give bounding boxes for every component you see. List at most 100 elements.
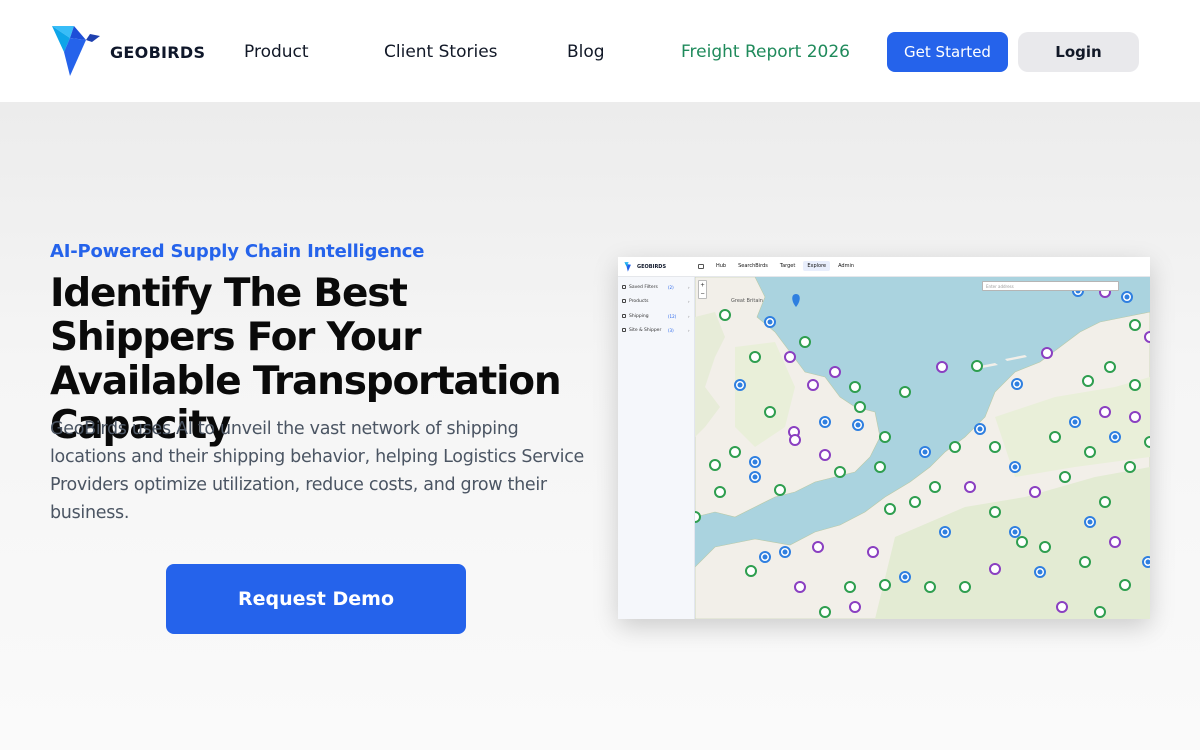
map-cluster-marker-center [852,384,858,390]
map-cluster-marker-center [942,529,948,535]
map-cluster-marker-center [752,474,758,480]
map-cluster-marker-center [822,419,828,425]
sidebar-item-shipping[interactable]: Shipping (12) › [622,311,692,321]
map-cluster-marker-center [815,544,821,550]
get-started-button[interactable]: Get Started [887,32,1008,72]
map-cluster-marker-center [1062,474,1068,480]
map-cluster-marker-center [1082,559,1088,565]
map-cluster-marker-center [1085,378,1091,384]
map-canvas[interactable] [695,277,1150,619]
map-cluster-marker-center [967,484,973,490]
bird-logo-icon [52,26,100,76]
sidebar-item-saved-filters[interactable]: Saved Filters (2) › [622,282,692,292]
app-tab-explore[interactable]: Explore [803,261,831,271]
app-tab-hub[interactable]: Hub [712,261,730,271]
chevron-right-icon: › [688,313,690,319]
app-tab-target[interactable]: Target [776,261,799,271]
sidebar-item-products[interactable]: Products › [622,296,692,306]
sidebar-item-label: Shipping [629,313,649,319]
map-cluster-marker-center [1037,569,1043,575]
map-zoom-control[interactable]: + − [698,280,707,299]
filter-icon [622,285,626,289]
map-cluster-marker-center [752,354,758,360]
map-cluster-marker-center [1019,539,1025,545]
hero-eyebrow: AI-Powered Supply Chain Intelligence [50,241,425,262]
map-view[interactable]: + − Great Britain Enter address [695,277,1150,619]
map-cluster-marker-center [1132,414,1138,420]
map-cluster-marker-center [952,444,958,450]
map-cluster-marker-center [1072,419,1078,425]
app-logo-text: GEOBIRDS [637,264,667,270]
map-cluster-marker-center [882,582,888,588]
map-cluster-marker-center [962,584,968,590]
map-cluster-marker-center [822,609,828,615]
zoom-out-icon[interactable]: − [699,290,706,299]
truck-icon [622,314,626,318]
map-cluster-marker-center [1042,544,1048,550]
map-cluster-marker-center [902,389,908,395]
site-header: GEOBIRDS Product Client Stories Blog Fre… [0,0,1200,102]
app-tab-searchbirds[interactable]: SearchBirds [734,261,772,271]
brand-name: GEOBIRDS [110,42,206,62]
map-cluster-marker-center [1097,609,1103,615]
map-cluster-marker-center [932,484,938,490]
map-cluster-marker-center [922,449,928,455]
map-cluster-marker-center [832,369,838,375]
map-cluster-marker-center [767,319,773,325]
map-cluster-marker-center [810,382,816,388]
chevron-right-icon: › [688,298,690,304]
map-cluster-marker-center [927,584,933,590]
map-cluster-marker-center [992,444,998,450]
map-cluster-marker-center [732,449,738,455]
map-label-country: Great Britain [731,298,763,304]
map-cluster-marker-center [737,382,743,388]
app-tab-admin[interactable]: Admin [834,261,858,271]
hero-section: AI-Powered Supply Chain Intelligence Ide… [0,102,1200,750]
map-cluster-marker-center [1132,322,1138,328]
request-demo-button[interactable]: Request Demo [166,564,466,634]
map-search-input[interactable]: Enter address [982,281,1119,291]
map-cluster-marker-center [852,604,858,610]
map-cluster-marker-center [1014,381,1020,387]
chevron-right-icon: › [688,284,690,290]
map-cluster-marker-center [797,584,803,590]
menu-icon[interactable] [698,263,704,269]
map-cluster-marker-center [1044,350,1050,356]
map-cluster-marker-center [1087,449,1093,455]
zoom-in-icon[interactable]: + [699,281,706,290]
map-cluster-marker-center [717,489,723,495]
app-sidebar: Saved Filters (2) › Products › Shipping … [618,277,695,619]
map-cluster-marker-center [792,437,798,443]
sidebar-item-label: Products [629,298,649,304]
login-button[interactable]: Login [1018,32,1139,72]
map-cluster-marker-center [1122,582,1128,588]
map-cluster-marker-center [912,499,918,505]
map-cluster-marker-center [882,434,888,440]
hero-subtext: GeoBirds uses AI to unveil the vast netw… [50,419,584,523]
nav-product[interactable]: Product [244,42,309,62]
map-cluster-marker-center [712,462,718,468]
app-tabs: Hub SearchBirds Target Explore Admin [698,261,858,271]
map-cluster-marker-center [787,354,793,360]
app-preview-screenshot: GEOBIRDS Hub SearchBirds Target Explore … [618,257,1150,619]
map-cluster-marker-center [887,506,893,512]
brand-logo[interactable]: GEOBIRDS [50,26,205,78]
nav-client-stories[interactable]: Client Stories [384,42,498,62]
map-cluster-marker-center [974,363,980,369]
app-logo: GEOBIRDS [624,262,666,272]
map-cluster-marker-center [748,568,754,574]
map-cluster-marker-center [1012,464,1018,470]
nav-freight-report[interactable]: Freight Report 2026 [681,42,850,62]
sidebar-item-count: (3) [668,327,674,333]
map-cluster-marker-center [1124,294,1130,300]
map-cluster-marker-center [1059,604,1065,610]
nav-blog[interactable]: Blog [567,42,605,62]
map-cluster-marker-center [870,549,876,555]
map-cluster-marker-center [802,339,808,345]
map-cluster-marker-center [837,469,843,475]
map-cluster-marker-center [722,312,728,318]
map-cluster-marker-center [1112,434,1118,440]
map-cluster-marker-center [857,404,863,410]
sidebar-item-site-shipper[interactable]: Site & Shipper (3) › [622,325,692,335]
building-icon [622,328,626,332]
